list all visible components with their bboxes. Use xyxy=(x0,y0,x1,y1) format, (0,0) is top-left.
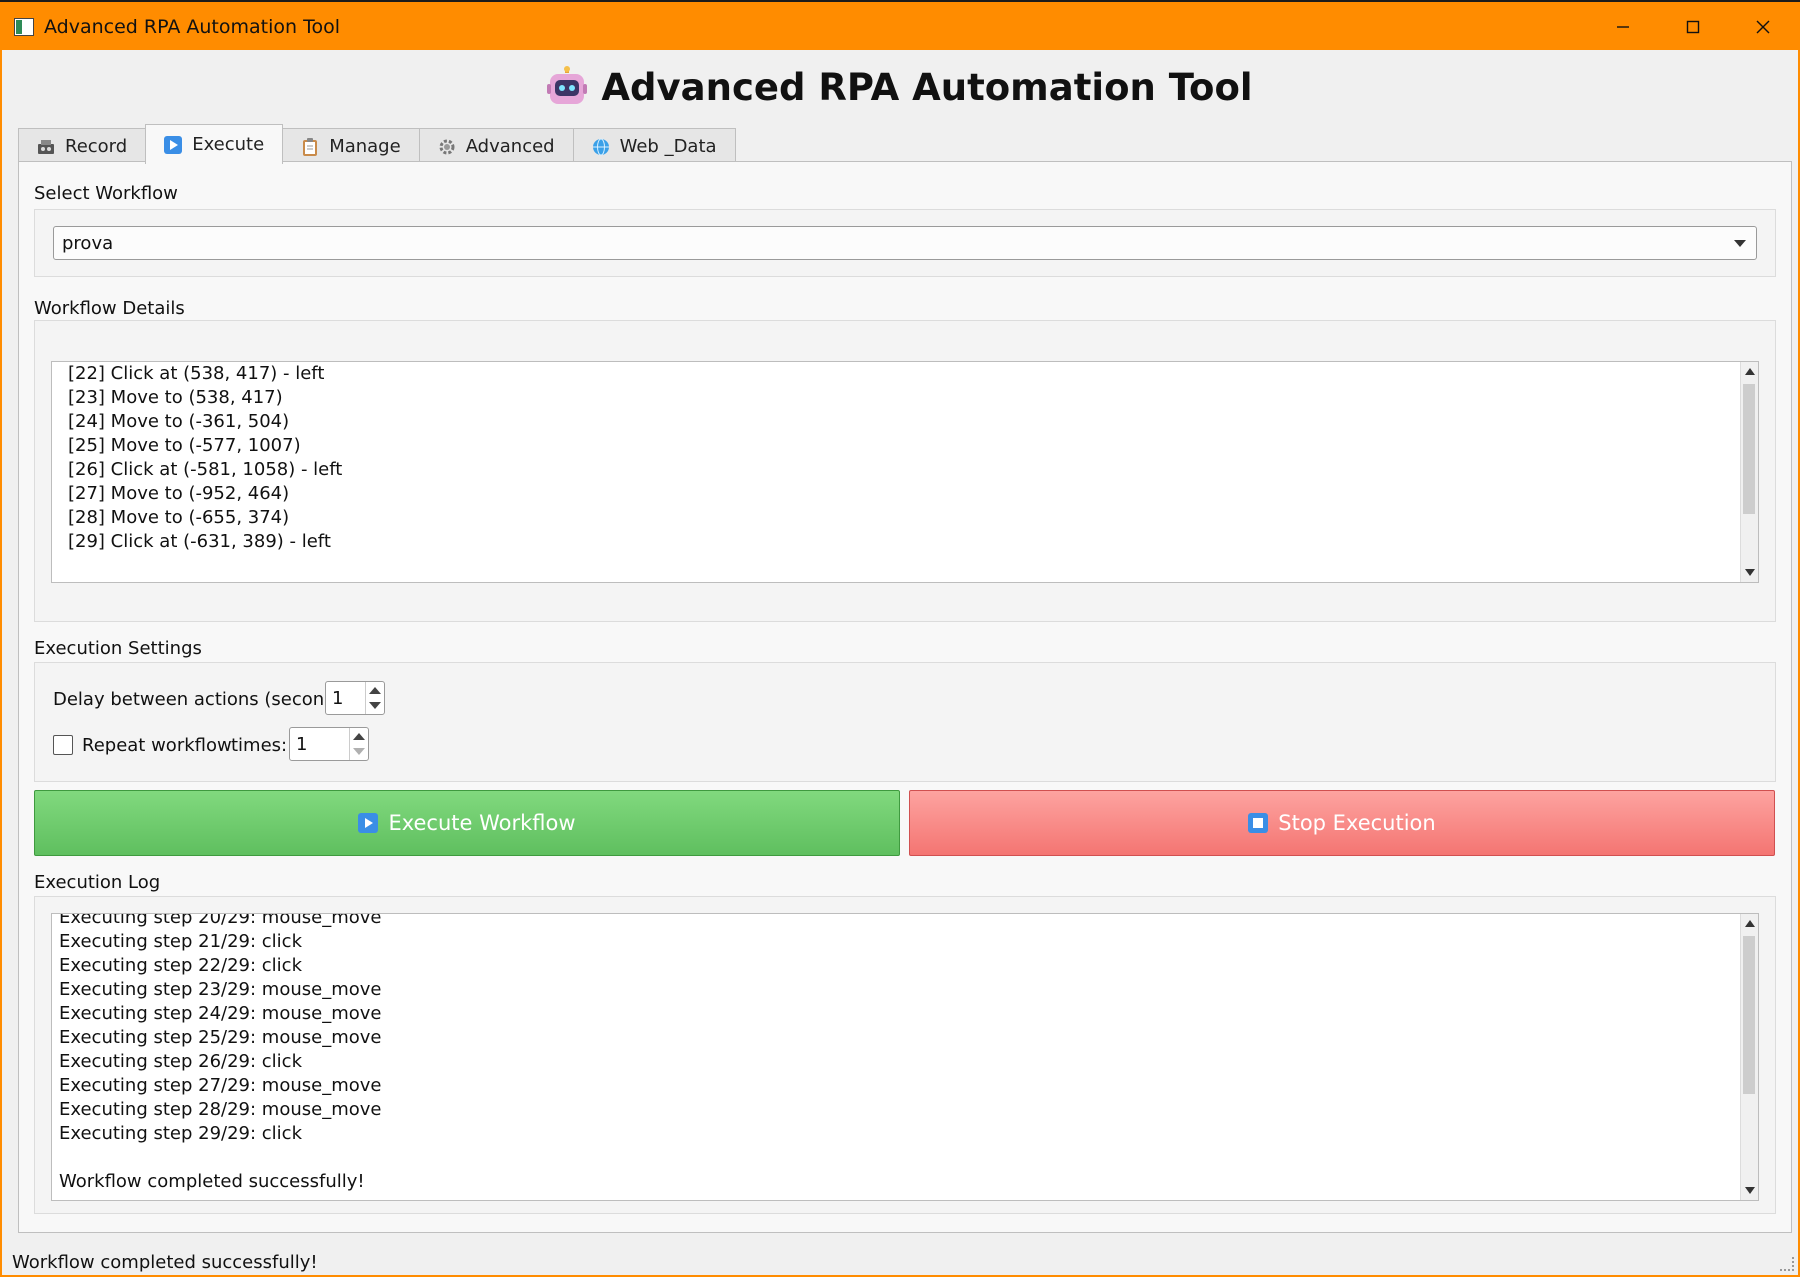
tab-advanced[interactable]: Advanced xyxy=(418,128,574,164)
tab-label: Advanced xyxy=(465,136,555,157)
execution-log-text[interactable]: Executing step 20/29: mouse_move Executi… xyxy=(51,913,1759,1201)
scroll-thumb[interactable] xyxy=(1743,936,1755,1094)
spin-up-icon[interactable] xyxy=(353,733,365,740)
stop-execution-label: Stop Execution xyxy=(1278,811,1436,835)
maximize-icon xyxy=(1686,20,1700,34)
execution-settings-label: Execution Settings xyxy=(34,638,202,659)
execution-log-scrollbar[interactable] xyxy=(1740,914,1758,1200)
workflow-step-line: [23] Move to (538, 417) xyxy=(68,387,283,408)
stop-icon xyxy=(1248,813,1269,833)
globe-icon xyxy=(592,138,610,156)
delay-value: 1 xyxy=(332,688,344,709)
workflow-details-scrollbar[interactable] xyxy=(1740,362,1758,582)
execution-settings-group: Delay between actions (seconds): 1 Repea… xyxy=(34,662,1776,782)
scroll-down-icon[interactable] xyxy=(1745,1187,1755,1194)
repeat-workflow-label: Repeat workflow xyxy=(82,735,232,756)
gear-icon xyxy=(438,138,456,156)
title-bar[interactable]: Advanced RPA Automation Tool xyxy=(2,4,1798,50)
minimize-icon xyxy=(1617,26,1629,28)
delay-spin-buttons[interactable] xyxy=(365,682,384,714)
times-label: times: xyxy=(231,735,288,756)
times-value: 1 xyxy=(296,734,308,755)
scroll-up-icon[interactable] xyxy=(1745,920,1755,927)
tab-label: Execute xyxy=(192,134,265,155)
spin-down-icon xyxy=(353,748,365,755)
tab-web-data[interactable]: Web _Data xyxy=(572,128,736,164)
app-window: Advanced RPA Automation Tool Advanced RP… xyxy=(0,2,1800,1277)
spin-up-icon[interactable] xyxy=(369,687,381,694)
app-header: Advanced RPA Automation Tool xyxy=(2,66,1798,109)
execution-log-group: Executing step 20/29: mouse_move Executi… xyxy=(34,896,1776,1214)
log-line: Executing step 22/29: click xyxy=(59,955,302,976)
recorder-icon xyxy=(37,138,55,156)
tab-execute[interactable]: Execute xyxy=(145,124,284,164)
execution-log-lines: Executing step 20/29: mouse_move Executi… xyxy=(59,913,382,1194)
log-line: Workflow completed successfully! xyxy=(59,1171,365,1192)
workflow-select[interactable]: prova xyxy=(53,226,1757,260)
execute-workflow-label: Execute Workflow xyxy=(388,811,576,835)
workflow-select-value: prova xyxy=(62,232,114,254)
log-line: Executing step 27/29: mouse_move xyxy=(59,1075,382,1096)
log-line-blank xyxy=(59,1146,381,1170)
minimize-button[interactable] xyxy=(1588,4,1658,50)
workflow-step-line: [29] Click at (-631, 389) - left xyxy=(68,531,331,552)
scroll-up-icon[interactable] xyxy=(1745,368,1755,375)
stop-execution-button[interactable]: Stop Execution xyxy=(909,790,1775,856)
tab-bar: Record Execute Manage Advanced Web _Data xyxy=(18,124,736,164)
app-window-icon xyxy=(14,18,34,36)
tab-label: Record xyxy=(65,136,128,157)
times-spinbox[interactable]: 1 xyxy=(289,727,369,761)
select-workflow-label: Select Workflow xyxy=(34,183,178,204)
close-button[interactable] xyxy=(1728,4,1798,50)
chevron-down-icon xyxy=(1734,240,1746,247)
log-line: Executing step 20/29: mouse_move xyxy=(59,913,382,928)
execution-log-label: Execution Log xyxy=(34,872,161,893)
clipboard-icon xyxy=(301,137,319,156)
log-line: Executing step 26/29: click xyxy=(59,1051,302,1072)
log-line: Executing step 29/29: click xyxy=(59,1123,302,1144)
repeat-workflow-checkbox[interactable] xyxy=(53,735,73,755)
select-workflow-group: prova xyxy=(34,209,1776,277)
delay-label: Delay between actions (seconds): xyxy=(53,689,359,710)
workflow-details-text[interactable]: [22] Click at (538, 417) - left [23] Mov… xyxy=(51,361,1759,583)
workflow-step-line: [25] Move to (-577, 1007) xyxy=(68,435,301,456)
tab-label: Web _Data xyxy=(619,136,717,157)
workflow-details-label: Workflow Details xyxy=(34,298,185,319)
play-icon xyxy=(358,813,379,833)
workflow-step-line: [28] Move to (-655, 374) xyxy=(68,507,290,528)
page-title: Advanced RPA Automation Tool xyxy=(601,66,1253,109)
spin-down-icon[interactable] xyxy=(369,702,381,709)
workflow-details-lines: [22] Click at (538, 417) - left [23] Mov… xyxy=(68,362,342,554)
times-spin-buttons[interactable] xyxy=(349,728,368,760)
delay-spinbox[interactable]: 1 xyxy=(325,681,385,715)
scroll-thumb[interactable] xyxy=(1743,384,1755,514)
workflow-details-group: [22] Click at (538, 417) - left [23] Mov… xyxy=(34,320,1776,622)
scroll-down-icon[interactable] xyxy=(1745,569,1755,576)
tab-record[interactable]: Record xyxy=(18,128,147,164)
log-line: Executing step 24/29: mouse_move xyxy=(59,1003,382,1024)
close-icon xyxy=(1756,20,1770,34)
execute-workflow-button[interactable]: Execute Workflow xyxy=(34,790,900,856)
log-line: Executing step 23/29: mouse_move xyxy=(59,979,382,1000)
window-controls xyxy=(1588,4,1798,50)
log-line: Executing step 25/29: mouse_move xyxy=(59,1027,382,1048)
workflow-step-line: [22] Click at (538, 417) - left xyxy=(68,363,325,384)
log-line: Executing step 21/29: click xyxy=(59,931,302,952)
workflow-step-line: [26] Click at (-581, 1058) - left xyxy=(68,459,343,480)
tab-label: Manage xyxy=(329,136,401,157)
robot-icon xyxy=(547,66,588,106)
workflow-step-line: [24] Move to (-361, 504) xyxy=(68,411,290,432)
log-line: Executing step 28/29: mouse_move xyxy=(59,1099,382,1120)
tab-manage[interactable]: Manage xyxy=(282,128,420,164)
workflow-step-line: [27] Move to (-952, 464) xyxy=(68,483,290,504)
execute-tab-panel: Select Workflow prova Workflow Details [… xyxy=(18,161,1792,1233)
play-icon xyxy=(164,135,183,154)
window-title: Advanced RPA Automation Tool xyxy=(44,16,340,38)
status-bar: Workflow completed successfully! xyxy=(12,1252,318,1273)
resize-grip-icon[interactable] xyxy=(1780,1257,1794,1271)
maximize-button[interactable] xyxy=(1658,4,1728,50)
